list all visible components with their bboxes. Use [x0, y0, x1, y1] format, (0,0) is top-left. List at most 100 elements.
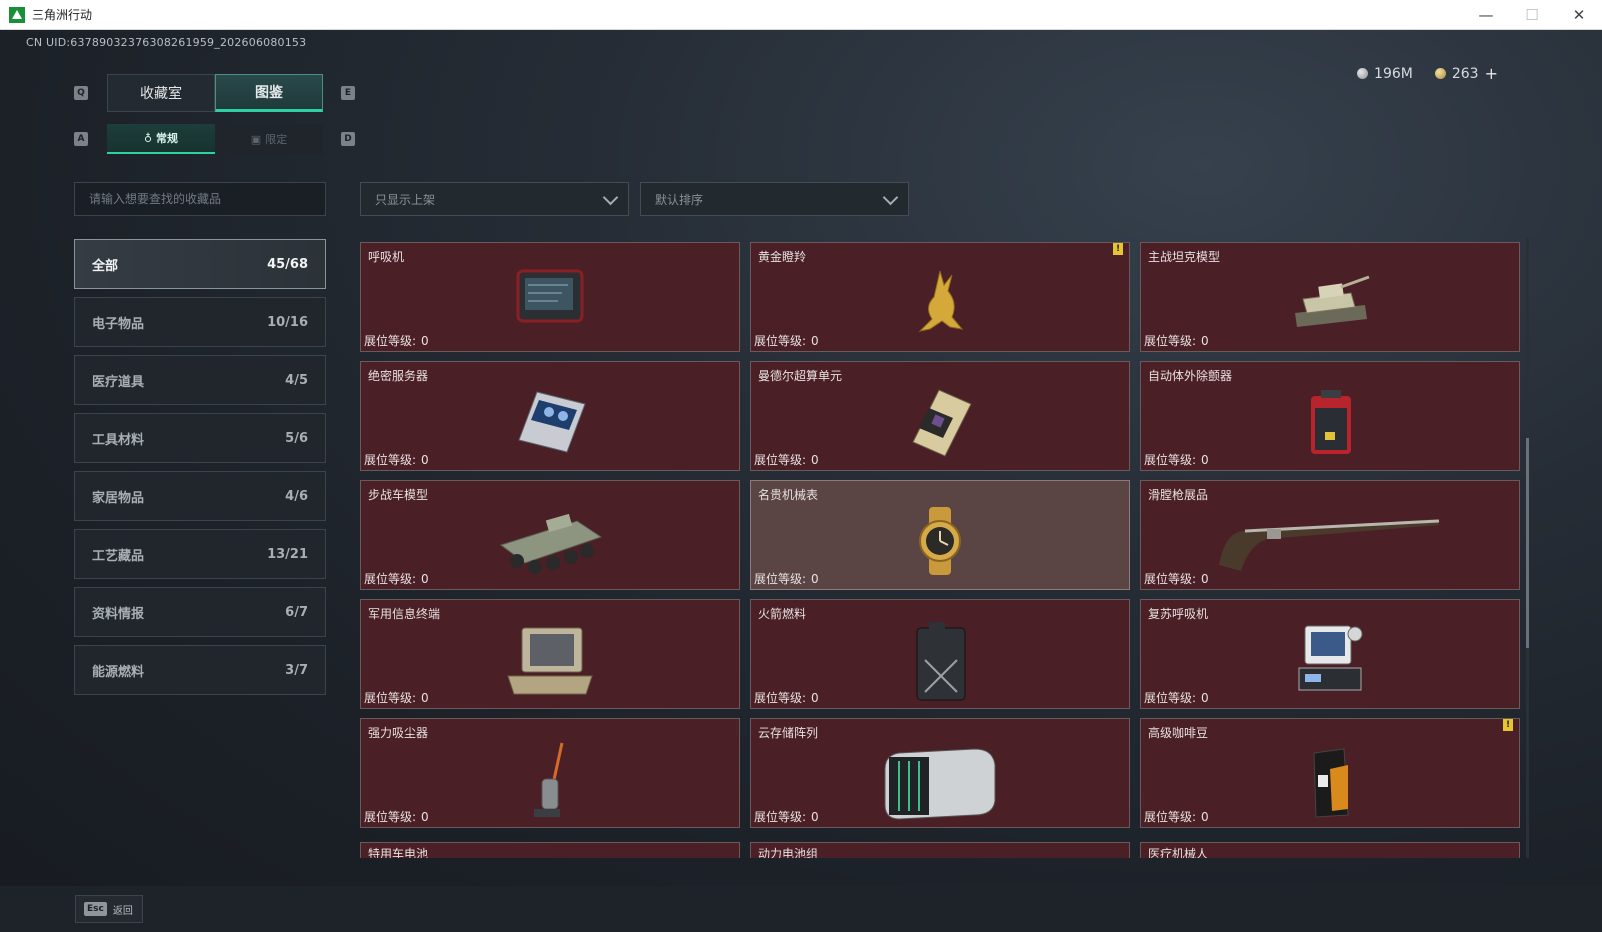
level-label: 展位等级:	[364, 810, 417, 824]
gold-coin-icon	[1434, 68, 1446, 79]
booth-level: 展位等级: 0	[1144, 808, 1209, 825]
level-value: 0	[421, 334, 429, 348]
item-card[interactable]: 名贵机械表 展位等级: 0	[750, 480, 1130, 590]
level-value: 0	[421, 572, 429, 586]
item-card-partial[interactable]: 动力电池组	[750, 842, 1130, 858]
chevron-down-icon	[602, 189, 619, 206]
level-label: 展位等级:	[1144, 572, 1197, 586]
item-card[interactable]: 绝密服务器 展位等级: 0	[360, 361, 740, 471]
maximize-button[interactable]: ☐	[1509, 0, 1555, 30]
close-button[interactable]: ✕	[1556, 0, 1602, 30]
level-value: 0	[421, 453, 429, 467]
item-card[interactable]: 步战车模型 展位等级: 0	[360, 480, 740, 590]
item-name: 火箭燃料	[758, 607, 807, 621]
key-hint-e: E	[341, 86, 355, 100]
item-name: 自动体外除颤器	[1148, 369, 1233, 383]
level-value: 0	[811, 691, 819, 705]
category-intel[interactable]: 资料情报 6/7	[74, 587, 326, 637]
item-name: 步战车模型	[368, 488, 429, 502]
category-label: 医疗道具	[92, 374, 145, 390]
collection-search-input[interactable]	[74, 182, 326, 216]
golden-gazelle-icon	[918, 270, 964, 332]
item-name: 曼德尔超算单元	[758, 369, 843, 383]
tab-limited[interactable]: ▣ 限定	[215, 124, 323, 154]
storage-array-icon	[884, 748, 996, 820]
level-label: 展位等级:	[364, 572, 417, 586]
level-value: 0	[1201, 334, 1209, 348]
category-crafts[interactable]: 工艺藏品 13/21	[74, 529, 326, 579]
item-card[interactable]: 火箭燃料 展位等级: 0	[750, 599, 1130, 709]
shelf-filter-dropdown[interactable]: 只显示上架	[360, 182, 629, 216]
item-card[interactable]: 自动体外除颤器 展位等级: 0	[1140, 361, 1520, 471]
level-label: 展位等级:	[754, 691, 807, 705]
category-count: 4/6	[285, 488, 308, 504]
booth-level: 展位等级: 0	[754, 808, 819, 825]
level-value: 0	[811, 334, 819, 348]
window-titlebar: 三角洲行动 — ☐ ✕	[0, 0, 1602, 30]
level-label: 展位等级:	[754, 453, 807, 467]
item-card[interactable]: 高级咖啡豆 ! 展位等级: 0	[1140, 718, 1520, 828]
item-card[interactable]: 复苏呼吸机 展位等级: 0	[1140, 599, 1520, 709]
silver-amount: 196M	[1374, 65, 1413, 82]
booth-level: 展位等级: 0	[364, 689, 429, 706]
booth-level: 展位等级: 0	[364, 451, 429, 468]
level-label: 展位等级:	[1144, 810, 1197, 824]
item-name: 主战坦克模型	[1148, 250, 1221, 264]
level-value: 0	[1201, 691, 1209, 705]
tab-collection-room[interactable]: 收藏室	[107, 74, 215, 112]
category-label: 资料情报	[92, 606, 145, 622]
item-card[interactable]: 主战坦克模型 展位等级: 0	[1140, 242, 1520, 352]
tab-limited-label: 限定	[265, 133, 288, 146]
item-card-partial[interactable]: 特用车电池	[360, 842, 740, 858]
esc-key-icon: Esc	[84, 902, 107, 916]
category-household[interactable]: 家居物品 4/6	[74, 471, 326, 521]
category-medical[interactable]: 医疗道具 4/5	[74, 355, 326, 405]
booth-level: 展位等级: 0	[1144, 570, 1209, 587]
item-card[interactable]: 强力吸尘器 展位等级: 0	[360, 718, 740, 828]
booth-level: 展位等级: 0	[754, 451, 819, 468]
category-tools[interactable]: 工具材料 5/6	[74, 413, 326, 463]
new-badge: !	[1503, 719, 1513, 731]
scrollbar-thumb[interactable]	[1526, 438, 1529, 648]
category-electronics[interactable]: 电子物品 10/16	[74, 297, 326, 347]
booth-level: 展位等级: 0	[1144, 689, 1209, 706]
item-name: 高级咖啡豆	[1148, 726, 1209, 740]
key-hint-q: Q	[74, 86, 88, 100]
tab-regular[interactable]: ♁ 常规	[107, 124, 215, 154]
back-button[interactable]: Esc 返回	[75, 895, 143, 923]
category-count: 6/7	[285, 604, 308, 620]
category-energy[interactable]: 能源燃料 3/7	[74, 645, 326, 695]
add-currency-button[interactable]: +	[1485, 64, 1498, 83]
item-card[interactable]: 军用信息终端 展位等级: 0	[360, 599, 740, 709]
item-card[interactable]: 滑膛枪展品 展位等级: 0	[1140, 480, 1520, 590]
tab-catalog[interactable]: 图鉴	[215, 74, 323, 112]
key-hint-a: A	[74, 132, 88, 146]
level-label: 展位等级:	[364, 453, 417, 467]
item-card-partial[interactable]: 医疗机械人	[1140, 842, 1520, 858]
level-label: 展位等级:	[1144, 334, 1197, 348]
game-screen: CN UID:637890323763082619​59_20260608015…	[0, 30, 1602, 932]
category-all[interactable]: 全部 45/68	[74, 239, 326, 289]
booth-level: 展位等级: 0	[754, 570, 819, 587]
item-card[interactable]: 呼吸机 展位等级: 0	[360, 242, 740, 352]
sort-dropdown[interactable]: 默认排序	[640, 182, 909, 216]
item-card[interactable]: 黄金瞪羚 ! 展位等级: 0	[750, 242, 1130, 352]
minimize-button[interactable]: —	[1463, 0, 1509, 30]
item-name: 军用信息终端	[368, 607, 441, 621]
item-card[interactable]: 云存储阵列 展位等级: 0	[750, 718, 1130, 828]
back-label: 返回	[112, 905, 133, 917]
server-icon	[518, 391, 586, 453]
category-label: 工具材料	[92, 432, 145, 448]
level-label: 展位等级:	[364, 691, 417, 705]
booth-level: 展位等级: 0	[754, 689, 819, 706]
booth-level: 展位等级: 0	[364, 570, 429, 587]
item-card[interactable]: 曼德尔超算单元 展位等级: 0	[750, 361, 1130, 471]
tab-regular-label: 常规	[156, 132, 179, 145]
key-hint-d: D	[341, 132, 355, 146]
category-label: 工艺藏品	[92, 548, 145, 564]
level-value: 0	[1201, 572, 1209, 586]
chevron-down-icon	[882, 189, 899, 206]
grid-scrollbar[interactable]	[1526, 238, 1529, 858]
category-count: 13/21	[267, 546, 308, 562]
silver-currency: 196M	[1357, 66, 1413, 82]
